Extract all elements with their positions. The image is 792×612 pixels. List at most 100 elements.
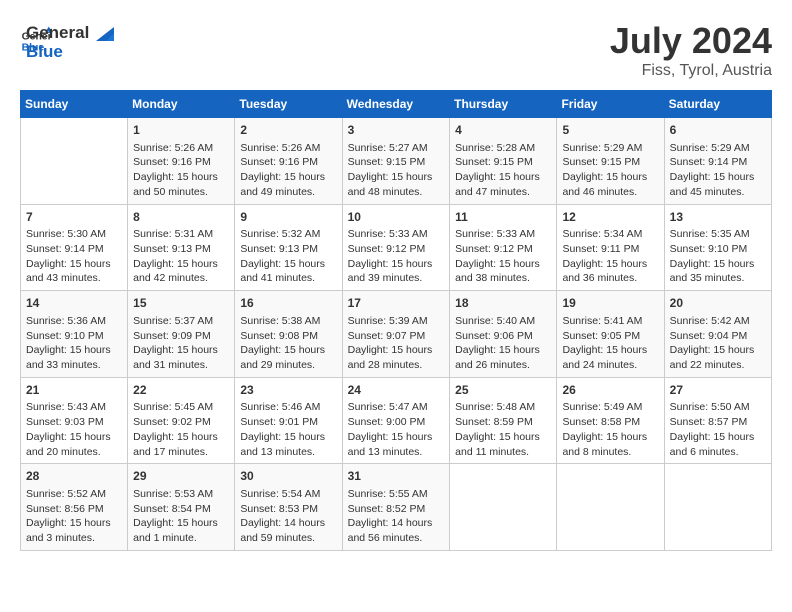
- day-info: Sunrise: 5:48 AM Sunset: 8:59 PM Dayligh…: [455, 400, 551, 459]
- calendar-header: SundayMondayTuesdayWednesdayThursdayFrid…: [21, 91, 772, 118]
- day-info: Sunrise: 5:27 AM Sunset: 9:15 PM Dayligh…: [348, 141, 445, 200]
- day-number: 27: [670, 382, 766, 399]
- day-number: 26: [562, 382, 658, 399]
- calendar-cell: 19 Sunrise: 5:41 AM Sunset: 9:05 PM Dayli…: [557, 291, 664, 378]
- day-number: 10: [348, 209, 445, 226]
- day-number: 21: [26, 382, 122, 399]
- day-number: 22: [133, 382, 229, 399]
- page-header: General Blue General Blue July 2024 Fiss…: [20, 20, 772, 80]
- calendar-cell: 28Sunrise: 5:52 AM Sunset: 8:56 PM Dayli…: [21, 464, 128, 551]
- calendar-cell: 16Sunrise: 5:38 AM Sunset: 9:08 PM Dayli…: [235, 291, 342, 378]
- calendar-week-2: 7Sunrise: 5:30 AM Sunset: 9:14 PM Daylig…: [21, 204, 772, 291]
- day-number: 8: [133, 209, 229, 226]
- day-number: 5: [562, 122, 658, 139]
- day-info: Sunrise: 5:36 AM Sunset: 9:10 PM Dayligh…: [26, 314, 122, 373]
- day-info: Sunrise: 5:37 AM Sunset: 9:09 PM Dayligh…: [133, 314, 229, 373]
- day-info: Sunrise: 5:29 AM Sunset: 9:15 PM Dayligh…: [562, 141, 658, 200]
- header-cell-friday: Friday: [557, 91, 664, 118]
- calendar-cell: 30 Sunrise: 5:54 AM Sunset: 8:53 PM Dayli…: [235, 464, 342, 551]
- day-info: Sunrise: 5:31 AM Sunset: 9:13 PM Dayligh…: [133, 227, 229, 286]
- logo: General Blue General Blue: [20, 20, 114, 61]
- day-number: 7: [26, 209, 122, 226]
- calendar-cell: 22Sunrise: 5:45 AM Sunset: 9:02 PM Dayli…: [128, 377, 235, 464]
- calendar-cell: 18 Sunrise: 5:40 AM Sunset: 9:06 PM Dayli…: [450, 291, 557, 378]
- header-cell-tuesday: Tuesday: [235, 91, 342, 118]
- day-number: 2: [240, 122, 336, 139]
- day-number: 3: [348, 122, 445, 139]
- calendar-table: SundayMondayTuesdayWednesdayThursdayFrid…: [20, 90, 772, 551]
- logo-text-blue: Blue: [26, 43, 114, 62]
- day-info: Sunrise: 5:30 AM Sunset: 9:14 PM Dayligh…: [26, 227, 122, 286]
- day-info: Sunrise: 5:53 AM Sunset: 8:54 PM Dayligh…: [133, 487, 229, 546]
- logo-text-general: General: [26, 24, 114, 43]
- header-cell-sunday: Sunday: [21, 91, 128, 118]
- day-info: Sunrise: 5:28 AM Sunset: 9:15 PM Dayligh…: [455, 141, 551, 200]
- day-info: Sunrise: 5:46 AM Sunset: 9:01 PM Dayligh…: [240, 400, 336, 459]
- day-number: 13: [670, 209, 766, 226]
- day-info: Sunrise: 5:54 AM Sunset: 8:53 PM Dayligh…: [240, 487, 336, 546]
- day-info: Sunrise: 5:50 AM Sunset: 8:57 PM Dayligh…: [670, 400, 766, 459]
- day-number: 19: [562, 295, 658, 312]
- calendar-cell: 13Sunrise: 5:35 AM Sunset: 9:10 PM Dayli…: [664, 204, 771, 291]
- calendar-cell: 8Sunrise: 5:31 AM Sunset: 9:13 PM Daylig…: [128, 204, 235, 291]
- day-info: Sunrise: 5:42 AM Sunset: 9:04 PM Dayligh…: [670, 314, 766, 373]
- calendar-cell: 15 Sunrise: 5:37 AM Sunset: 9:09 PM Dayli…: [128, 291, 235, 378]
- calendar-cell: 21Sunrise: 5:43 AM Sunset: 9:03 PM Dayli…: [21, 377, 128, 464]
- day-info: Sunrise: 5:26 AM Sunset: 9:16 PM Dayligh…: [133, 141, 229, 200]
- calendar-body: 1 Sunrise: 5:26 AM Sunset: 9:16 PM Daylig…: [21, 118, 772, 551]
- calendar-cell: 14 Sunrise: 5:36 AM Sunset: 9:10 PM Dayli…: [21, 291, 128, 378]
- header-cell-thursday: Thursday: [450, 91, 557, 118]
- calendar-cell: 2 Sunrise: 5:26 AM Sunset: 9:16 PM Daylig…: [235, 118, 342, 205]
- calendar-week-5: 28Sunrise: 5:52 AM Sunset: 8:56 PM Dayli…: [21, 464, 772, 551]
- day-number: 1: [133, 122, 229, 139]
- day-info: Sunrise: 5:35 AM Sunset: 9:10 PM Dayligh…: [670, 227, 766, 286]
- day-info: Sunrise: 5:41 AM Sunset: 9:05 PM Dayligh…: [562, 314, 658, 373]
- day-number: 23: [240, 382, 336, 399]
- day-info: Sunrise: 5:43 AM Sunset: 9:03 PM Dayligh…: [26, 400, 122, 459]
- calendar-cell: 3 Sunrise: 5:27 AM Sunset: 9:15 PM Daylig…: [342, 118, 450, 205]
- day-number: 12: [562, 209, 658, 226]
- calendar-cell: 5 Sunrise: 5:29 AM Sunset: 9:15 PM Daylig…: [557, 118, 664, 205]
- day-number: 9: [240, 209, 336, 226]
- header-cell-wednesday: Wednesday: [342, 91, 450, 118]
- day-number: 6: [670, 122, 766, 139]
- day-info: Sunrise: 5:49 AM Sunset: 8:58 PM Dayligh…: [562, 400, 658, 459]
- header-cell-saturday: Saturday: [664, 91, 771, 118]
- day-number: 29: [133, 468, 229, 485]
- day-number: 31: [348, 468, 445, 485]
- day-number: 30: [240, 468, 336, 485]
- day-number: 25: [455, 382, 551, 399]
- calendar-cell: 9Sunrise: 5:32 AM Sunset: 9:13 PM Daylig…: [235, 204, 342, 291]
- page-title: July 2024: [610, 20, 772, 62]
- calendar-cell: 12Sunrise: 5:34 AM Sunset: 9:11 PM Dayli…: [557, 204, 664, 291]
- day-info: Sunrise: 5:26 AM Sunset: 9:16 PM Dayligh…: [240, 141, 336, 200]
- day-info: Sunrise: 5:33 AM Sunset: 9:12 PM Dayligh…: [348, 227, 445, 286]
- calendar-cell: [21, 118, 128, 205]
- calendar-week-1: 1 Sunrise: 5:26 AM Sunset: 9:16 PM Daylig…: [21, 118, 772, 205]
- calendar-cell: 4 Sunrise: 5:28 AM Sunset: 9:15 PM Daylig…: [450, 118, 557, 205]
- day-number: 28: [26, 468, 122, 485]
- day-info: Sunrise: 5:39 AM Sunset: 9:07 PM Dayligh…: [348, 314, 445, 373]
- calendar-cell: 25Sunrise: 5:48 AM Sunset: 8:59 PM Dayli…: [450, 377, 557, 464]
- day-info: Sunrise: 5:40 AM Sunset: 9:06 PM Dayligh…: [455, 314, 551, 373]
- header-cell-monday: Monday: [128, 91, 235, 118]
- day-number: 4: [455, 122, 551, 139]
- day-number: 15: [133, 295, 229, 312]
- day-number: 17: [348, 295, 445, 312]
- calendar-cell: 20Sunrise: 5:42 AM Sunset: 9:04 PM Dayli…: [664, 291, 771, 378]
- calendar-cell: 26Sunrise: 5:49 AM Sunset: 8:58 PM Dayli…: [557, 377, 664, 464]
- day-number: 18: [455, 295, 551, 312]
- day-number: 14: [26, 295, 122, 312]
- calendar-cell: 11Sunrise: 5:33 AM Sunset: 9:12 PM Dayli…: [450, 204, 557, 291]
- day-info: Sunrise: 5:47 AM Sunset: 9:00 PM Dayligh…: [348, 400, 445, 459]
- calendar-cell: 31Sunrise: 5:55 AM Sunset: 8:52 PM Dayli…: [342, 464, 450, 551]
- calendar-week-4: 21Sunrise: 5:43 AM Sunset: 9:03 PM Dayli…: [21, 377, 772, 464]
- calendar-cell: 6Sunrise: 5:29 AM Sunset: 9:14 PM Daylig…: [664, 118, 771, 205]
- day-number: 11: [455, 209, 551, 226]
- title-block: July 2024 Fiss, Tyrol, Austria: [610, 20, 772, 80]
- day-info: Sunrise: 5:33 AM Sunset: 9:12 PM Dayligh…: [455, 227, 551, 286]
- day-info: Sunrise: 5:34 AM Sunset: 9:11 PM Dayligh…: [562, 227, 658, 286]
- calendar-cell: 23Sunrise: 5:46 AM Sunset: 9:01 PM Dayli…: [235, 377, 342, 464]
- calendar-cell: 29 Sunrise: 5:53 AM Sunset: 8:54 PM Dayli…: [128, 464, 235, 551]
- page-subtitle: Fiss, Tyrol, Austria: [610, 62, 772, 80]
